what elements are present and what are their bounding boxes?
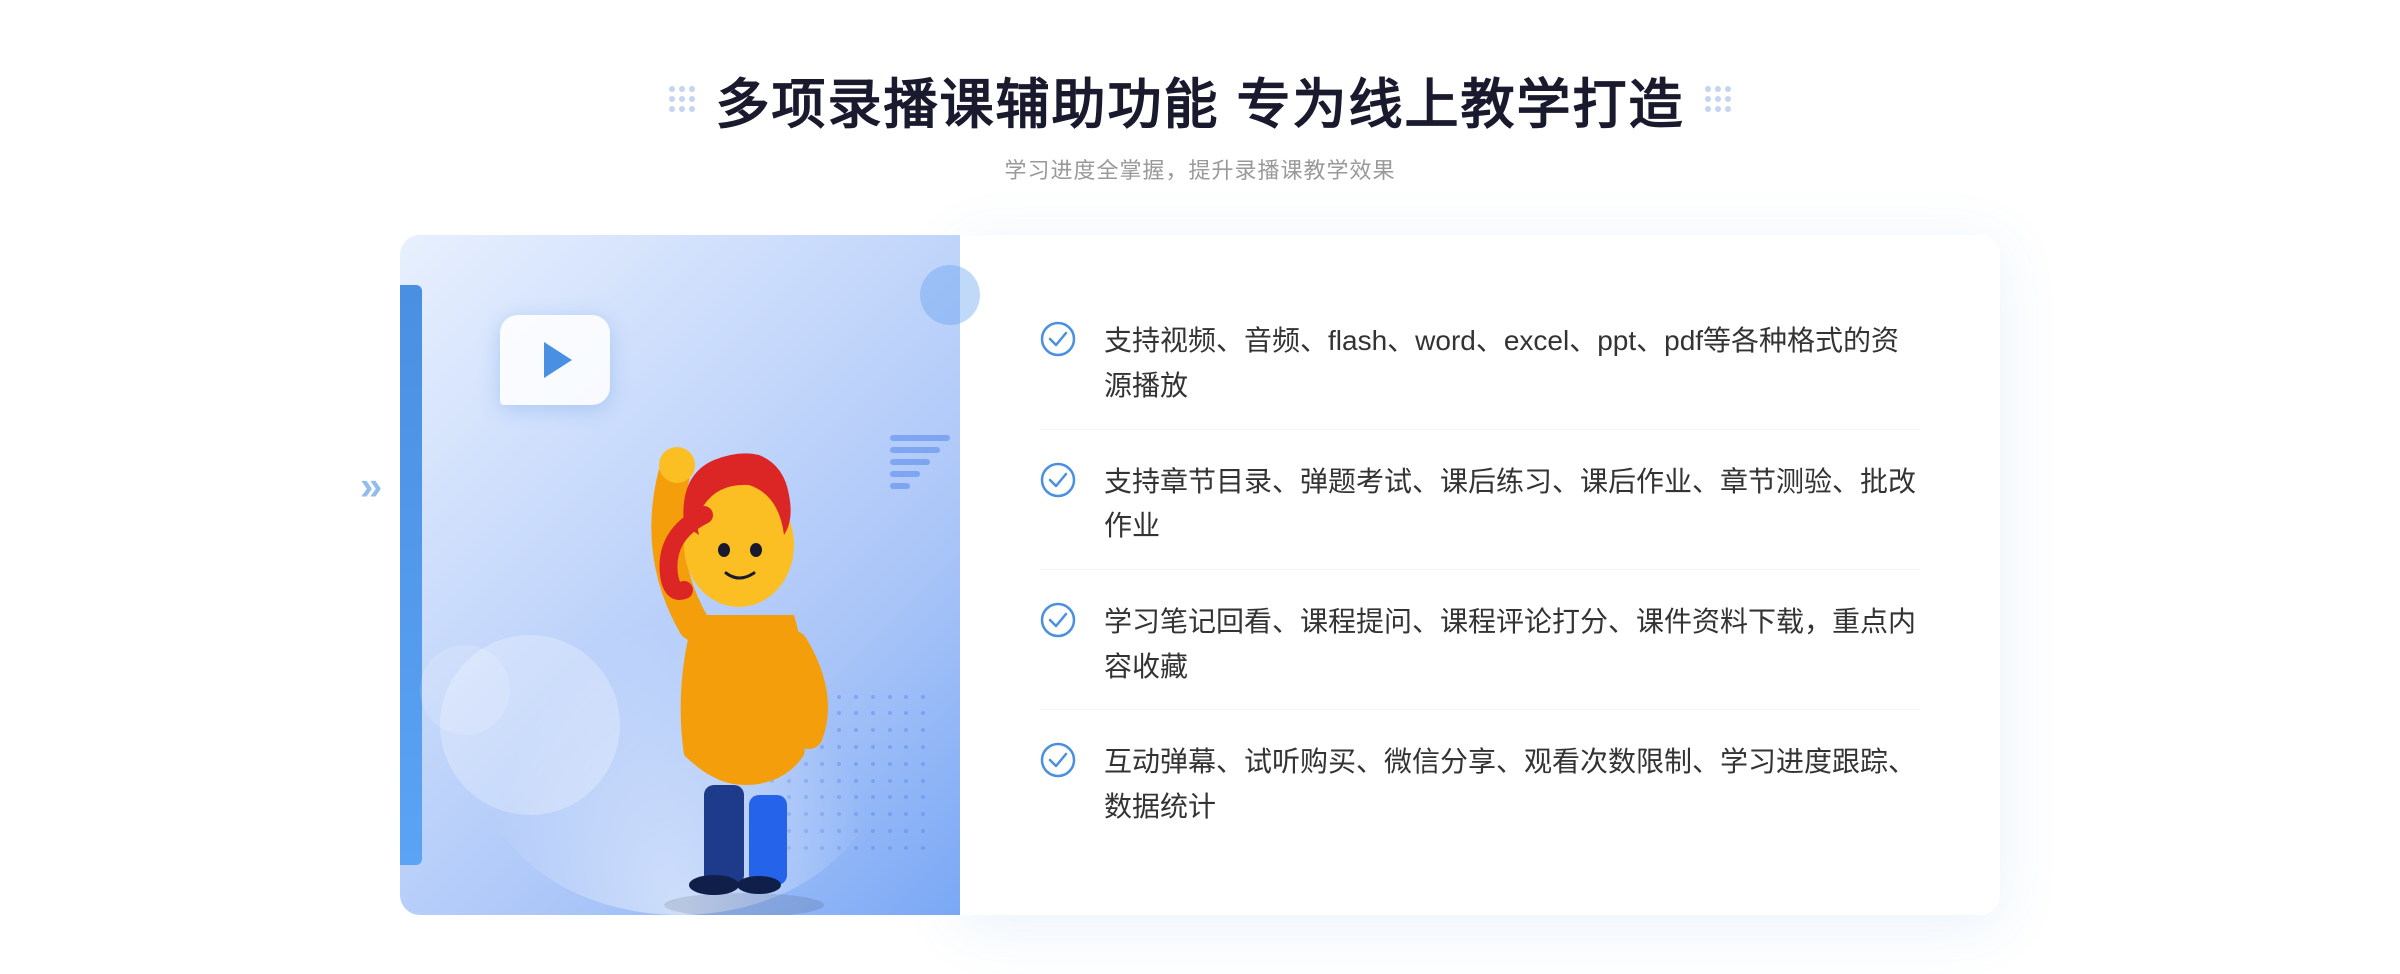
features-panel: 支持视频、音频、flash、word、excel、ppt、pdf等各种格式的资源… [960,235,2000,915]
check-icon-3 [1040,602,1076,638]
feature-text-3: 学习笔记回看、课程提问、课程评论打分、课件资料下载，重点内容收藏 [1104,600,1920,690]
person-illustration [584,335,904,915]
feature-text-4: 互动弹幕、试听购买、微信分享、观看次数限制、学习进度跟踪、数据统计 [1104,740,1920,830]
content-section: » 支持视频、音频、flash、word、excel、ppt、pdf等各种格式的… [400,235,2000,915]
play-triangle-icon [544,342,572,378]
feature-item-2: 支持章节目录、弹题考试、课后练习、课后作业、章节测验、批改作业 [1040,440,1920,571]
deco-circle-blue [920,265,980,325]
feature-item-4: 互动弹幕、试听购买、微信分享、观看次数限制、学习进度跟踪、数据统计 [1040,720,1920,850]
page-container: 多项录播课辅助功能 专为线上教学打造 学习进度全掌握，提升录播课教学效果 [0,20,2400,955]
subtitle: 学习进度全掌握，提升录播课教学效果 [0,153,2400,185]
check-icon-2 [1040,462,1076,498]
dot-grid-right [1705,86,1731,112]
feature-item-3: 学习笔记回看、课程提问、课程评论打分、课件资料下载，重点内容收藏 [1040,580,1920,711]
header-section: 多项录播课辅助功能 专为线上教学打造 学习进度全掌握，提升录播课教学效果 [0,60,2400,185]
dots-right-decoration [1705,86,1731,112]
feature-text-1: 支持视频、音频、flash、word、excel、ppt、pdf等各种格式的资源… [1104,319,1920,409]
check-icon-1 [1040,321,1076,357]
chevron-left-icon: » [360,465,382,510]
feature-text-2: 支持章节目录、弹题考试、课后练习、课后作业、章节测验、批改作业 [1104,460,1920,550]
title-row: 多项录播课辅助功能 专为线上教学打造 [0,60,2400,139]
left-accent-bar [400,285,422,865]
dots-left-decoration [669,86,695,112]
feature-item-1: 支持视频、音频、flash、word、excel、ppt、pdf等各种格式的资源… [1040,299,1920,430]
main-title: 多项录播课辅助功能 专为线上教学打造 [715,60,1684,139]
check-icon-4 [1040,742,1076,778]
illustration-panel [400,235,960,915]
dot-grid-left [669,86,695,112]
